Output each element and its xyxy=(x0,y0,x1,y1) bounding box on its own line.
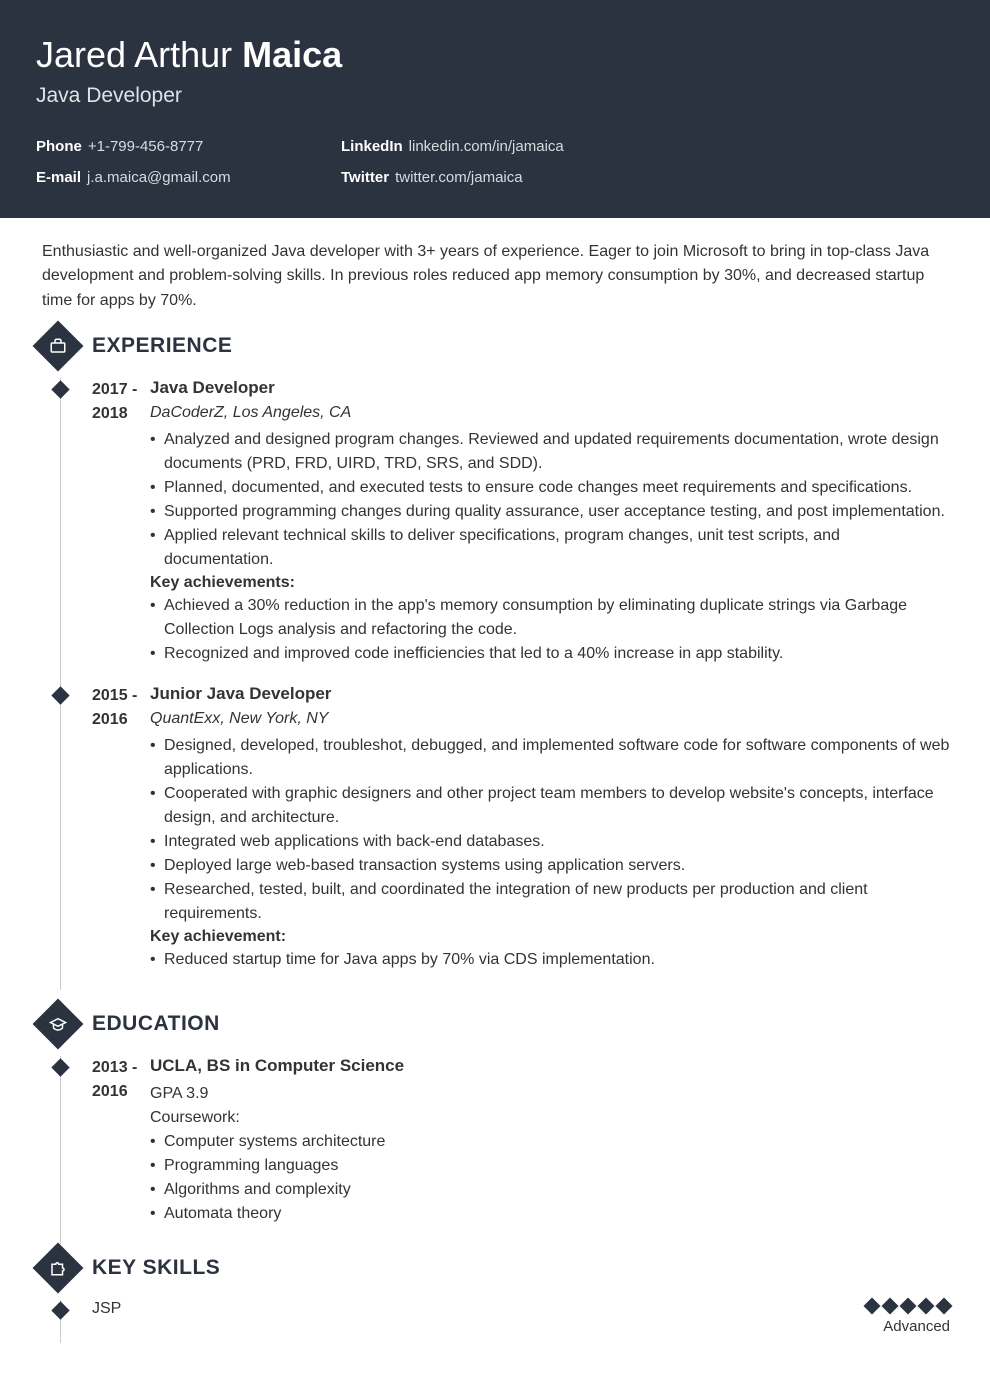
bullet-item: Achieved a 30% reduction in the app's me… xyxy=(150,594,950,642)
key-achievements-label: Key achievements: xyxy=(150,574,950,592)
entry-bullets: Analyzed and designed program changes. R… xyxy=(150,428,950,572)
bullet-item: Programming languages xyxy=(150,1154,950,1178)
contact-value: +1-799-456-8777 xyxy=(88,138,204,155)
contacts-right: LinkedIn linkedin.com/in/jamaica Twitter t… xyxy=(341,132,646,194)
bullet-item: Supported programming changes during qua… xyxy=(150,500,950,524)
key-achievements-list: Achieved a 30% reduction in the app's me… xyxy=(150,594,950,666)
coursework-label: Coursework: xyxy=(150,1106,950,1130)
bullet-item: Computer systems architecture xyxy=(150,1130,950,1154)
entry-title: Java Developer xyxy=(150,378,950,398)
contact-twitter: Twitter twitter.com/jamaica xyxy=(341,163,646,194)
entry-date: 2015 - 2016 xyxy=(60,684,150,972)
key-achievements-list: Reduced startup time for Java apps by 70… xyxy=(150,948,950,972)
diamond-icon xyxy=(900,1297,917,1314)
bullet-item: Planned, documented, and executed tests … xyxy=(150,476,950,500)
section-header-skills: KEY SKILLS xyxy=(42,1256,950,1280)
section-heading: EDUCATION xyxy=(92,1012,220,1036)
bullet-item: Reduced startup time for Java apps by 70… xyxy=(150,948,950,972)
contacts-left: Phone +1-799-456-8777 E-mail j.a.maica@gma… xyxy=(36,132,341,194)
section-heading: KEY SKILLS xyxy=(92,1256,220,1280)
skill-name: JSP xyxy=(92,1300,121,1318)
entry-title: UCLA, BS in Computer Science xyxy=(150,1056,950,1076)
experience-entry: 2017 - 2018 Java Developer DaCoderZ, Los… xyxy=(60,378,950,684)
diamond-icon xyxy=(936,1297,953,1314)
timeline-dot xyxy=(51,1301,69,1319)
entry-body: UCLA, BS in Computer Science GPA 3.9 Cou… xyxy=(150,1056,950,1226)
contacts-grid: Phone +1-799-456-8777 E-mail j.a.maica@gma… xyxy=(36,132,954,194)
entry-bullets: Designed, developed, troubleshot, debugg… xyxy=(150,734,950,926)
contact-linkedin: LinkedIn linkedin.com/in/jamaica xyxy=(341,132,646,163)
entry-body: Java Developer DaCoderZ, Los Angeles, CA… xyxy=(150,378,950,666)
bullet-item: Analyzed and designed program changes. R… xyxy=(150,428,950,476)
entry-company: QuantExx, New York, NY xyxy=(150,710,950,728)
entry-date: 2013 - 2016 xyxy=(60,1056,150,1226)
bullet-item: Automata theory xyxy=(150,1202,950,1226)
education-timeline: 2013 - 2016 UCLA, BS in Computer Science… xyxy=(60,1056,950,1244)
job-title: Java Developer xyxy=(36,84,954,108)
skill-level-text: Advanced xyxy=(866,1318,950,1335)
bullet-item: Integrated web applications with back-en… xyxy=(150,830,950,854)
contact-label: E-mail xyxy=(36,169,81,186)
resume-header: Jared Arthur Maica Java Developer Phone +… xyxy=(0,0,990,218)
section-header-experience: EXPERIENCE xyxy=(42,334,950,358)
bullet-item: Applied relevant technical skills to del… xyxy=(150,524,950,572)
contact-label: LinkedIn xyxy=(341,138,403,155)
gpa-text: GPA 3.9 xyxy=(150,1082,950,1106)
summary-paragraph: Enthusiastic and well-organized Java dev… xyxy=(0,218,990,334)
bullet-item: Algorithms and complexity xyxy=(150,1178,950,1202)
bullet-item: Researched, tested, built, and coordinat… xyxy=(150,878,950,926)
skills-list: JSP Advanced xyxy=(60,1300,950,1343)
contact-email: E-mail j.a.maica@gmail.com xyxy=(36,163,341,194)
section-heading: EXPERIENCE xyxy=(92,334,232,358)
education-entry: 2013 - 2016 UCLA, BS in Computer Science… xyxy=(60,1056,950,1244)
experience-section: EXPERIENCE 2017 - 2018 Java Developer Da… xyxy=(0,334,990,990)
contact-phone: Phone +1-799-456-8777 xyxy=(36,132,341,163)
contact-value: twitter.com/jamaica xyxy=(395,169,523,186)
full-name: Jared Arthur Maica xyxy=(36,34,954,76)
skills-section: KEY SKILLS JSP Advanced xyxy=(0,1256,990,1343)
bullet-item: Deployed large web-based transaction sys… xyxy=(150,854,950,878)
contact-value: linkedin.com/in/jamaica xyxy=(409,138,564,155)
experience-entry: 2015 - 2016 Junior Java Developer QuantE… xyxy=(60,684,950,990)
rating-diamonds xyxy=(866,1300,950,1312)
contact-label: Twitter xyxy=(341,169,389,186)
bullet-item: Recognized and improved code inefficienc… xyxy=(150,642,950,666)
experience-timeline: 2017 - 2018 Java Developer DaCoderZ, Los… xyxy=(60,378,950,990)
skill-rating: Advanced xyxy=(866,1300,950,1335)
first-middle-name: Jared Arthur xyxy=(36,34,232,75)
key-achievements-label: Key achievement: xyxy=(150,928,950,946)
contact-label: Phone xyxy=(36,138,82,155)
diamond-icon xyxy=(882,1297,899,1314)
diamond-icon xyxy=(864,1297,881,1314)
section-header-education: EDUCATION xyxy=(42,1012,950,1036)
last-name: Maica xyxy=(242,34,342,75)
bullet-item: Designed, developed, troubleshot, debugg… xyxy=(150,734,950,782)
skill-row: JSP Advanced xyxy=(60,1300,950,1343)
bullet-item: Cooperated with graphic designers and ot… xyxy=(150,782,950,830)
contact-value: j.a.maica@gmail.com xyxy=(87,169,231,186)
entry-title: Junior Java Developer xyxy=(150,684,950,704)
entry-body: Junior Java Developer QuantExx, New York… xyxy=(150,684,950,972)
coursework-list: Computer systems architecture Programmin… xyxy=(150,1130,950,1226)
entry-date: 2017 - 2018 xyxy=(60,378,150,666)
diamond-icon xyxy=(918,1297,935,1314)
entry-company: DaCoderZ, Los Angeles, CA xyxy=(150,404,950,422)
education-section: EDUCATION 2013 - 2016 UCLA, BS in Comput… xyxy=(0,1012,990,1244)
